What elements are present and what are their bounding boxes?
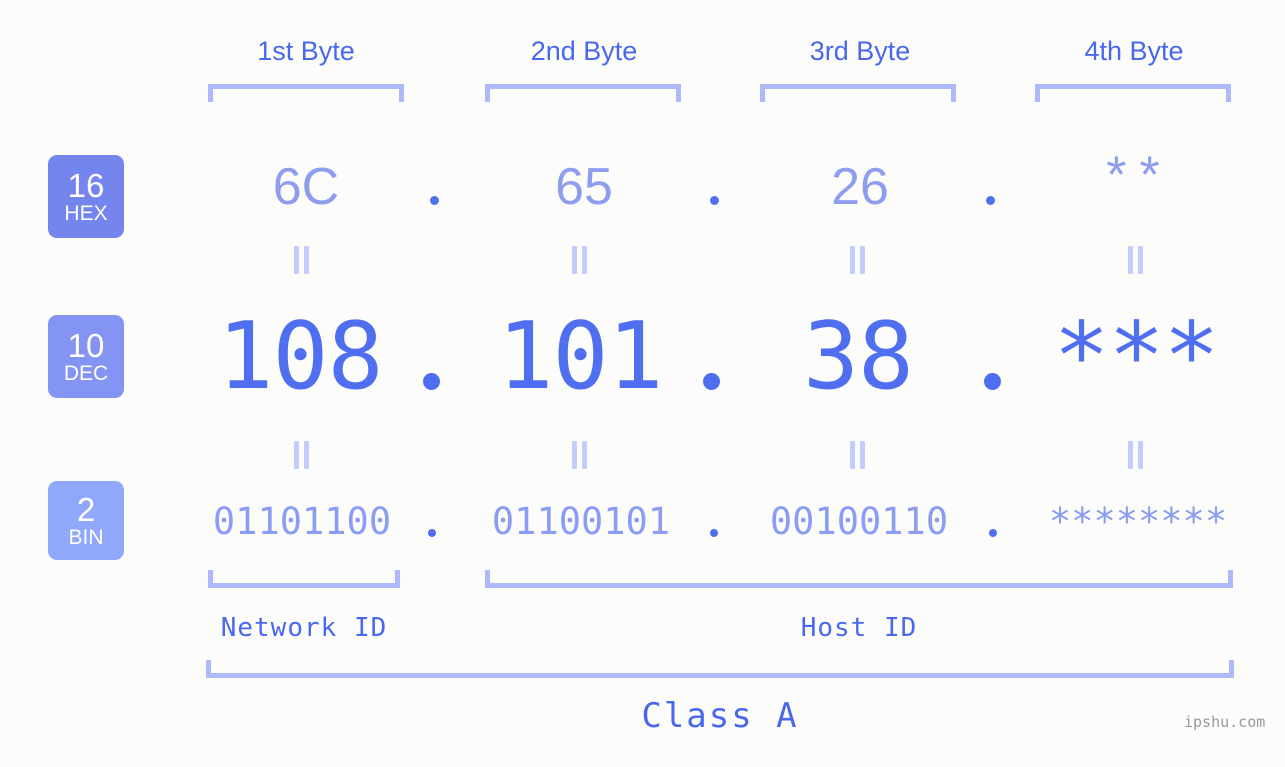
dec-octet-4: *** <box>1053 302 1220 410</box>
dec-separator-dot-2 <box>703 373 720 390</box>
base-badge-hex-label: HEX <box>64 201 108 225</box>
equals-marker-dec-bin-1 <box>294 441 310 469</box>
hex-octet-1: 6C <box>272 158 340 216</box>
class-bracket <box>206 660 1234 678</box>
hex-separator-dot-2 <box>710 196 719 205</box>
site-watermark: ipshu.com <box>1184 713 1266 731</box>
bin-separator-dot-1 <box>428 529 436 537</box>
hex-separator-dot-3 <box>986 196 995 205</box>
equals-marker-dec-bin-3 <box>850 441 866 469</box>
byte-bracket-top-3 <box>760 84 956 102</box>
equals-marker-hex-dec-4 <box>1128 246 1144 274</box>
dec-octet-3: 38 <box>803 302 914 410</box>
class-caption: Class A <box>641 696 799 736</box>
equals-marker-dec-bin-2 <box>572 441 588 469</box>
host-id-caption: Host ID <box>800 613 918 643</box>
hex-octet-2: 65 <box>555 158 613 216</box>
hex-separator-dot-1 <box>430 196 439 205</box>
base-badge-bin: 2 BIN <box>48 481 124 560</box>
dec-octet-1: 108 <box>217 302 384 410</box>
base-badge-dec: 10 DEC <box>48 315 124 398</box>
byte-bracket-top-1 <box>208 84 404 102</box>
dec-separator-dot-3 <box>984 373 1001 390</box>
bin-octet-2: 01100101 <box>491 500 671 543</box>
hex-octet-3: 26 <box>831 158 889 216</box>
dec-octet-2: 101 <box>497 302 664 410</box>
equals-marker-dec-bin-4 <box>1128 441 1144 469</box>
ip-byte-breakdown-diagram: 1st Byte 2nd Byte 3rd Byte 4th Byte 16 H… <box>0 0 1285 767</box>
byte-header-label-2: 2nd Byte <box>530 36 638 66</box>
bin-octet-1: 01101100 <box>212 500 392 543</box>
dec-separator-dot-1 <box>423 373 440 390</box>
base-badge-dec-number: 10 <box>67 326 105 364</box>
base-badge-dec-label: DEC <box>63 361 109 385</box>
byte-header-label-1: 1st Byte <box>257 36 355 66</box>
byte-bracket-top-4 <box>1035 84 1231 102</box>
network-id-caption: Network ID <box>220 613 388 643</box>
byte-bracket-top-2 <box>485 84 681 102</box>
equals-marker-hex-dec-3 <box>850 246 866 274</box>
base-badge-bin-number: 2 <box>76 490 96 528</box>
bin-separator-dot-3 <box>989 529 997 537</box>
base-badge-hex-number: 16 <box>67 166 105 204</box>
byte-header-label-3: 3rd Byte <box>809 36 911 66</box>
bin-separator-dot-2 <box>710 529 718 537</box>
bin-octet-3: 00100110 <box>769 500 949 543</box>
bin-octet-4: ******** <box>1048 500 1228 543</box>
host-id-bracket <box>485 570 1233 588</box>
equals-marker-hex-dec-2 <box>572 246 588 274</box>
byte-header-label-4: 4th Byte <box>1084 36 1184 66</box>
base-badge-bin-label: BIN <box>68 525 104 549</box>
hex-octet-4: ** <box>1100 151 1168 210</box>
network-id-bracket <box>208 570 400 588</box>
equals-marker-hex-dec-1 <box>294 246 310 274</box>
base-badge-hex: 16 HEX <box>48 155 124 238</box>
